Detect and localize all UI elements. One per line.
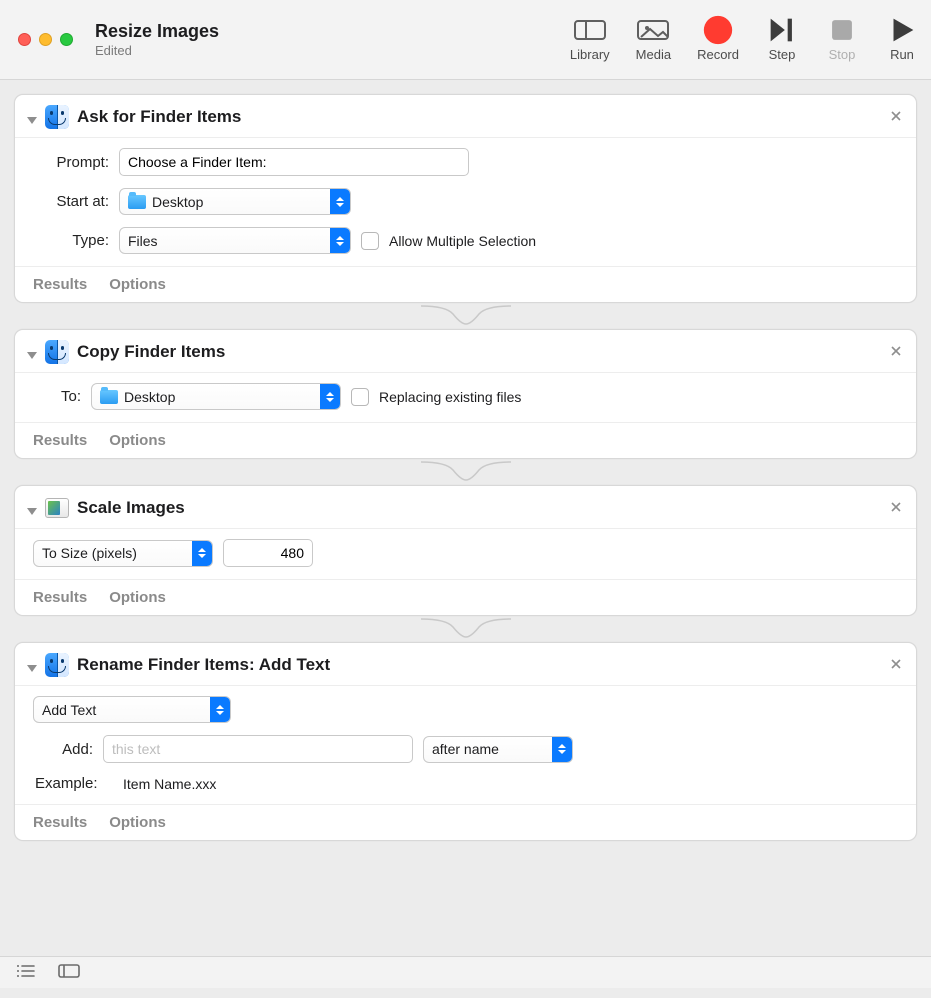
window-subtitle: Edited xyxy=(95,43,219,59)
stepper-arrows-icon xyxy=(330,189,350,214)
finder-icon xyxy=(45,340,69,364)
stepper-arrows-icon xyxy=(192,541,212,566)
prompt-input[interactable] xyxy=(119,148,469,176)
type-select[interactable]: Files xyxy=(119,227,351,254)
close-icon[interactable] xyxy=(888,344,904,360)
stop-label: Stop xyxy=(829,47,856,62)
stepper-arrows-icon xyxy=(552,737,572,762)
stepper-arrows-icon xyxy=(330,228,350,253)
results-button[interactable]: Results xyxy=(33,814,87,831)
to-select[interactable]: Desktop xyxy=(91,383,341,410)
step-label: Step xyxy=(769,47,796,62)
media-button[interactable]: Media xyxy=(636,17,671,62)
type-label: Type: xyxy=(33,232,109,249)
media-label: Media xyxy=(636,47,671,62)
options-button[interactable]: Options xyxy=(109,276,166,293)
connector xyxy=(14,305,917,325)
chevron-down-icon[interactable] xyxy=(27,347,37,357)
chevron-down-icon[interactable] xyxy=(27,660,37,670)
stop-button: Stop xyxy=(825,17,859,62)
close-icon[interactable] xyxy=(888,500,904,516)
workflow-canvas: Ask for Finder Items Prompt: Start at: D… xyxy=(0,80,931,956)
position-value: after name xyxy=(432,741,499,757)
chevron-down-icon[interactable] xyxy=(27,112,37,122)
rename-mode-select[interactable]: Add Text xyxy=(33,696,231,723)
action-ask-for-finder-items: Ask for Finder Items Prompt: Start at: D… xyxy=(14,94,917,303)
folder-icon xyxy=(128,194,146,210)
options-button[interactable]: Options xyxy=(109,814,166,831)
action-title: Rename Finder Items: Add Text xyxy=(77,655,330,675)
stepper-arrows-icon xyxy=(320,384,340,409)
rename-mode-value: Add Text xyxy=(42,702,96,718)
example-label: Example: xyxy=(33,775,113,792)
finder-icon xyxy=(45,653,69,677)
replace-existing-checkbox[interactable] xyxy=(351,388,369,406)
record-button[interactable]: Record xyxy=(697,17,739,62)
record-label: Record xyxy=(697,47,739,62)
stop-icon xyxy=(825,17,859,43)
position-select[interactable]: after name xyxy=(423,736,573,763)
type-value: Files xyxy=(128,233,158,249)
window-controls xyxy=(18,33,73,46)
allow-multiple-checkbox[interactable] xyxy=(361,232,379,250)
add-text-input[interactable] xyxy=(103,735,413,763)
window-title: Resize Images xyxy=(95,21,219,43)
add-label: Add: xyxy=(33,741,93,758)
example-value: Item Name.xxx xyxy=(123,776,216,792)
results-button[interactable]: Results xyxy=(33,432,87,449)
step-button[interactable]: Step xyxy=(765,17,799,62)
library-button[interactable]: Library xyxy=(570,17,610,62)
zoom-window-button[interactable] xyxy=(60,33,73,46)
action-copy-finder-items: Copy Finder Items To: Desktop Replacing … xyxy=(14,329,917,459)
toolbar: Library Media Record Step xyxy=(570,17,919,62)
start-at-value: Desktop xyxy=(152,194,203,210)
scale-size-input[interactable] xyxy=(223,539,313,567)
action-scale-images: Scale Images To Size (pixels) Results Op… xyxy=(14,485,917,616)
play-icon xyxy=(885,17,919,43)
titlebar: Resize Images Edited Library Media xyxy=(0,0,931,80)
prompt-label: Prompt: xyxy=(33,154,109,171)
connector xyxy=(14,618,917,638)
allow-multiple-label: Allow Multiple Selection xyxy=(389,233,536,249)
variables-icon[interactable] xyxy=(58,964,80,981)
media-icon xyxy=(636,17,670,43)
minimize-window-button[interactable] xyxy=(39,33,52,46)
run-label: Run xyxy=(890,47,914,62)
to-label: To: xyxy=(33,388,81,405)
close-icon[interactable] xyxy=(888,109,904,125)
run-button[interactable]: Run xyxy=(885,17,919,62)
chevron-down-icon[interactable] xyxy=(27,503,37,513)
connector xyxy=(14,461,917,481)
close-icon[interactable] xyxy=(888,657,904,673)
action-title: Scale Images xyxy=(77,498,185,518)
replace-existing-label: Replacing existing files xyxy=(379,389,521,405)
library-label: Library xyxy=(570,47,610,62)
scale-mode-value: To Size (pixels) xyxy=(42,545,137,561)
folder-icon xyxy=(100,389,118,405)
start-at-select[interactable]: Desktop xyxy=(119,188,351,215)
sidebar-icon xyxy=(573,17,607,43)
options-button[interactable]: Options xyxy=(109,589,166,606)
to-value: Desktop xyxy=(124,389,175,405)
preview-icon xyxy=(45,496,69,520)
scale-mode-select[interactable]: To Size (pixels) xyxy=(33,540,213,567)
log-icon[interactable] xyxy=(16,964,36,981)
record-icon xyxy=(701,17,735,43)
step-icon xyxy=(765,17,799,43)
options-button[interactable]: Options xyxy=(109,432,166,449)
action-title: Ask for Finder Items xyxy=(77,107,241,127)
status-bar xyxy=(0,956,931,988)
results-button[interactable]: Results xyxy=(33,276,87,293)
finder-icon xyxy=(45,105,69,129)
close-window-button[interactable] xyxy=(18,33,31,46)
title-block: Resize Images Edited xyxy=(95,21,219,58)
action-title: Copy Finder Items xyxy=(77,342,225,362)
stepper-arrows-icon xyxy=(210,697,230,722)
start-at-label: Start at: xyxy=(33,193,109,210)
action-rename-finder-items: Rename Finder Items: Add Text Add Text A… xyxy=(14,642,917,841)
results-button[interactable]: Results xyxy=(33,589,87,606)
